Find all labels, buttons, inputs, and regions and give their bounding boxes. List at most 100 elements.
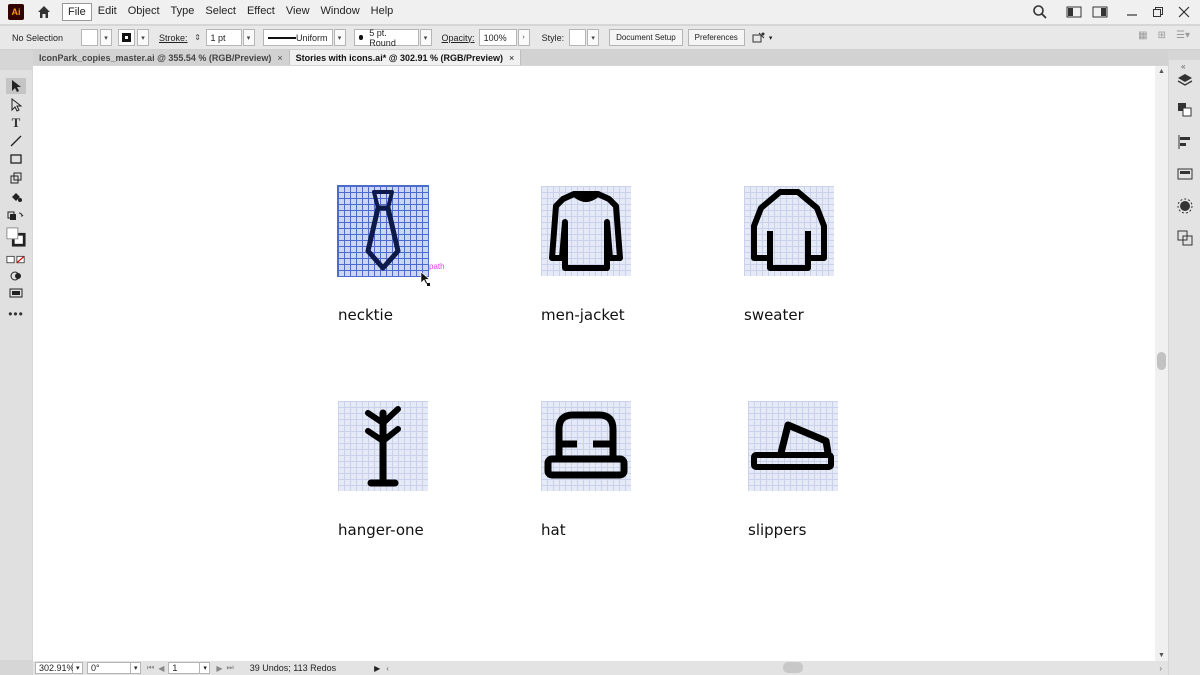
stroke-swatch[interactable] — [118, 29, 136, 46]
arrange-documents-icon[interactable] — [1064, 2, 1084, 22]
menu-window[interactable]: Window — [316, 3, 365, 21]
drawing-mode-icon[interactable] — [6, 268, 26, 284]
direct-selection-tool-icon[interactable] — [6, 97, 26, 113]
home-icon[interactable] — [34, 2, 54, 22]
type-tool-icon[interactable]: T — [6, 115, 26, 131]
profile-dropdown[interactable]: ▾ — [333, 29, 346, 46]
color-mode-icon[interactable] — [6, 252, 26, 268]
tab-iconpark-copies[interactable]: IconPark_copies_master.ai @ 355.54 % (RG… — [33, 50, 290, 65]
fill-stroke-color-icon[interactable] — [6, 226, 26, 248]
fill-stroke-swap-icon[interactable] — [6, 208, 26, 224]
panel-options-icon[interactable]: ☰▾ — [1176, 30, 1190, 41]
swatches-icon[interactable] — [1175, 100, 1195, 120]
layers-icon[interactable] — [1175, 70, 1195, 90]
artboard-dropdown[interactable]: ▾ — [200, 662, 211, 674]
next-artboard-icon[interactable]: ▶ — [216, 664, 222, 673]
fill-dropdown[interactable]: ▾ — [100, 29, 113, 46]
icon-slippers[interactable] — [748, 401, 838, 491]
zoom-level-field[interactable]: 302.91% — [35, 662, 75, 674]
fill-swatch[interactable] — [81, 29, 99, 46]
zoom-dropdown[interactable]: ▾ — [73, 662, 83, 674]
screen-mode-icon[interactable] — [6, 285, 26, 301]
minimize-icon[interactable] — [1122, 2, 1142, 22]
line-tool-icon[interactable] — [6, 133, 26, 149]
scale-tool-icon[interactable] — [6, 170, 26, 186]
pathfinder-icon[interactable] — [1175, 228, 1195, 248]
style-dropdown[interactable]: ▾ — [587, 29, 600, 46]
stroke-label[interactable]: Stroke: — [159, 33, 188, 43]
variable-width-profile[interactable]: Uniform — [262, 29, 333, 46]
stroke-weight-field[interactable]: 1 pt — [205, 29, 242, 46]
stroke-dropdown[interactable]: ▾ — [137, 29, 150, 46]
shape-builder-tool-icon[interactable] — [6, 189, 26, 205]
menu-file[interactable]: File — [62, 3, 92, 21]
scroll-down-icon[interactable]: ▼ — [1155, 652, 1168, 659]
brush-dropdown[interactable]: ▾ — [419, 29, 432, 46]
tab-stories-with-icons[interactable]: Stories with icons.ai* @ 302.91 % (RGB/P… — [289, 50, 522, 65]
tab-label: IconPark_copies_master.ai @ 355.54 % (RG… — [39, 52, 272, 63]
brush-definition[interactable]: 5 pt. Round — [353, 27, 419, 48]
icon-necktie[interactable] — [337, 185, 429, 277]
icon-label-necktie: necktie — [338, 306, 393, 324]
brush-label: 5 pt. Round — [369, 27, 396, 48]
preferences-button[interactable]: Preferences — [687, 29, 745, 46]
restore-icon[interactable] — [1148, 2, 1168, 22]
align-icon[interactable] — [1175, 132, 1195, 152]
opacity-dropdown[interactable]: › — [517, 29, 530, 46]
more-tools-icon[interactable]: ••• — [6, 306, 26, 322]
menu-help[interactable]: Help — [366, 3, 399, 21]
rectangle-tool-icon[interactable] — [6, 151, 26, 167]
grid-align-icon[interactable]: ▦ — [1138, 30, 1147, 41]
close-icon[interactable] — [1174, 2, 1194, 22]
opacity-field[interactable]: 100% — [478, 29, 517, 46]
vertical-scrollbar[interactable]: ▲ ▼ — [1155, 66, 1168, 661]
right-panel-dock: « — [1169, 60, 1200, 675]
artboard-number-field[interactable]: 1 — [168, 662, 201, 674]
scroll-right-icon[interactable]: › — [1159, 664, 1162, 673]
menu-edit[interactable]: Edit — [93, 3, 122, 21]
icon-hat[interactable] — [541, 401, 631, 491]
document-tabs: IconPark_copies_master.ai @ 355.54 % (RG… — [33, 50, 1168, 65]
style-swatch[interactable] — [569, 29, 587, 46]
menu-effect[interactable]: Effect — [242, 3, 280, 21]
recolor-artwork-icon[interactable]: ▾ — [751, 31, 772, 45]
artboard-canvas[interactable]: path necktie men-jacket sweater hanger-o… — [33, 66, 1155, 661]
workspace-switcher-icon[interactable] — [1090, 2, 1110, 22]
status-menu-icon[interactable]: ▶ — [374, 664, 380, 673]
menu-object[interactable]: Object — [123, 3, 165, 21]
scroll-up-icon[interactable]: ▲ — [1155, 68, 1168, 75]
tab-close-icon[interactable]: × — [277, 53, 282, 63]
scroll-left-icon[interactable]: ‹ — [386, 664, 389, 673]
rotation-dropdown[interactable]: ▾ — [131, 662, 141, 674]
rotation-field[interactable]: 0° — [87, 662, 131, 674]
stroke-weight-dropdown[interactable]: ▾ — [242, 29, 255, 46]
first-artboard-icon[interactable]: ⏮ — [147, 663, 154, 673]
transform-panel-icon[interactable] — [1175, 164, 1195, 184]
profile-line — [267, 36, 297, 39]
selection-tool-icon[interactable] — [6, 78, 26, 94]
menu-view[interactable]: View — [281, 3, 315, 21]
icon-hanger-one[interactable] — [338, 401, 428, 491]
status-bar: 302.91% ▾ 0° ▾ ⏮ ◀ 1 ▾ ▶ ⏭ 39 Undos; 113… — [33, 661, 1168, 675]
align-controls: ▦ ⊞ ☰▾ — [1138, 30, 1190, 41]
control-bar: No Selection ▾ ▾ Stroke: ⇕ 1 pt ▾ Unifor… — [0, 26, 1200, 50]
icon-men-jacket[interactable] — [541, 186, 631, 276]
last-artboard-icon[interactable]: ⏭ — [227, 663, 234, 673]
stroke-stepper[interactable]: ⇕ — [192, 29, 204, 46]
transform-icon[interactable]: ⊞ — [1158, 30, 1166, 41]
horizontal-scroll-thumb[interactable] — [783, 662, 803, 673]
vertical-scroll-thumb[interactable] — [1157, 352, 1166, 370]
tools-panel: T ••• — [0, 70, 32, 660]
previous-artboard-icon[interactable]: ◀ — [158, 664, 164, 673]
menu-type[interactable]: Type — [166, 3, 200, 21]
tab-close-icon[interactable]: × — [509, 53, 514, 63]
document-setup-button[interactable]: Document Setup — [609, 29, 683, 46]
opacity-label[interactable]: Opacity: — [442, 33, 475, 43]
selection-status: No Selection — [12, 32, 64, 43]
appearance-icon[interactable] — [1175, 196, 1195, 216]
menu-select[interactable]: Select — [200, 3, 241, 21]
search-icon[interactable] — [1030, 2, 1050, 22]
icon-sweater[interactable] — [744, 186, 834, 276]
profile-label: Uniform — [296, 32, 328, 43]
style-label: Style: — [541, 32, 565, 43]
